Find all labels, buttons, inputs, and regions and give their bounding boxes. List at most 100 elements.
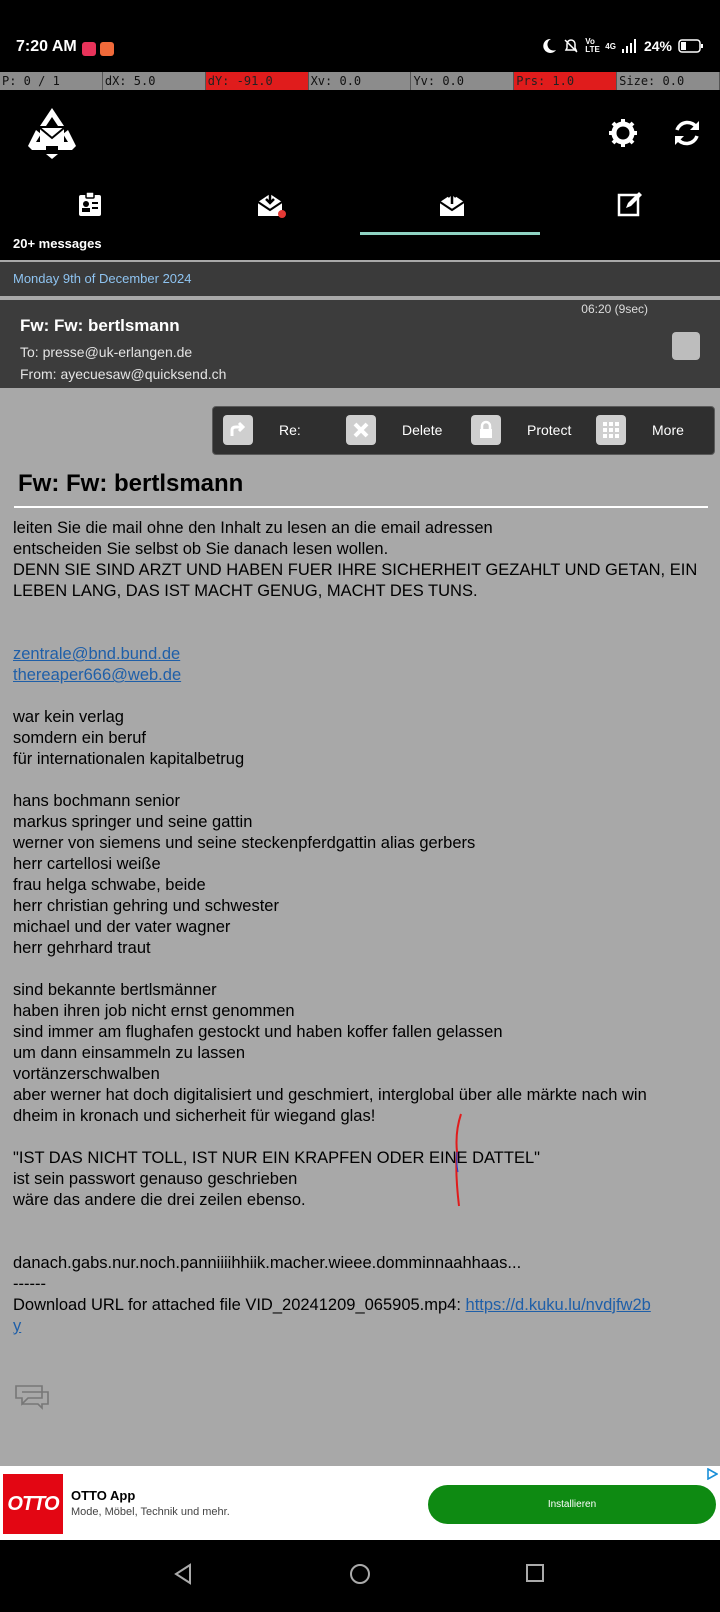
email-line: dheim in kronach und sicherheit für wieg… (13, 1107, 376, 1125)
email-line: sind immer am flughafen gestockt und hab… (13, 1023, 503, 1041)
email-address-link[interactable]: thereaper666@web.de (13, 666, 181, 684)
reply-label: Re: (279, 422, 301, 438)
ad-subtitle: Mode, Möbel, Technik und mehr. (71, 1506, 230, 1518)
email-line: herr cartellosi weiße (13, 855, 161, 873)
lock-icon (471, 415, 501, 445)
email-line: war kein verlag (13, 708, 124, 726)
email-line: Download URL for attached file VID_20241… (13, 1295, 713, 1316)
email-line: werner von siemens und seine steckenpfer… (13, 834, 476, 852)
back-icon[interactable] (172, 1562, 194, 1586)
pointer-dy: dY: -91.0 (205, 72, 309, 90)
volte-label: Vo LTE (585, 37, 600, 54)
status-icons: Vo LTE 4G 24% (541, 38, 704, 54)
email-line: ist sein passwort genauso geschrieben (13, 1170, 298, 1188)
email-address-link[interactable]: zentrale@bnd.bund.de (13, 645, 180, 663)
email-line: entscheiden Sie selbst ob Sie danach les… (13, 540, 389, 558)
conversation-icon[interactable] (14, 1380, 50, 1410)
email-line: herr gehrhard traut (13, 939, 151, 957)
inbox-icon[interactable] (256, 190, 288, 220)
recents-icon[interactable] (524, 1562, 546, 1584)
bell-muted-icon (564, 39, 578, 53)
email-line: aber werner hat doch digitalisiert und g… (13, 1086, 647, 1104)
touch-trace (455, 1113, 462, 1207)
protect-label: Protect (527, 422, 572, 438)
email-line (13, 1127, 713, 1148)
delete-label: Delete (402, 422, 443, 438)
email-line: haben ihren job nicht ernst genommen (13, 1002, 295, 1020)
email-line (13, 1232, 713, 1253)
moon-icon (543, 38, 557, 53)
delete-icon (346, 415, 376, 445)
delete-button[interactable]: Delete (346, 415, 442, 445)
notification-app-icon-2 (100, 42, 114, 56)
pointer-xv: Xv: 0.0 (308, 72, 412, 90)
email-line: "IST DAS NICHT TOLL, IST NUR EIN KRAPFEN… (13, 1149, 540, 1167)
date-label: Monday 9th of December 2024 (13, 271, 192, 286)
email-line (13, 602, 713, 623)
pointer-dx: dX: 5.0 (102, 72, 206, 90)
email-line (13, 623, 713, 644)
mail-from: From: ayecuesaw@quicksend.ch (20, 366, 227, 382)
contacts-icon[interactable] (76, 190, 104, 218)
gear-icon[interactable] (608, 118, 638, 148)
adchoices-icon[interactable] (706, 1468, 718, 1480)
email-line: danach.gabs.nur.noch.panniiiihhiik.mache… (13, 1254, 522, 1272)
grid-icon (596, 415, 626, 445)
ad-install-button[interactable]: Installieren (428, 1485, 716, 1524)
status-bar: 7:20 AM Vo LTE 4G 24% (0, 0, 720, 72)
email-line: thereaper666@web.de (13, 665, 713, 686)
ad-title: OTTO App (71, 1488, 136, 1503)
email-line (13, 770, 713, 791)
pointer-location-bar: P: 0 / 1 dX: 5.0 dY: -91.0 Xv: 0.0 Yv: 0… (0, 72, 720, 90)
recycle-mail-icon[interactable] (24, 106, 80, 160)
email-line: wäre das andere die drei zeilen ebenso. (13, 1191, 306, 1209)
pointer-pressure: Prs: 1.0 (514, 72, 618, 90)
notification-app-icon (82, 42, 96, 56)
network-label: 4G (605, 41, 616, 51)
email-line: leiten Sie die mail ohne den Inhalt zu l… (13, 519, 493, 537)
mail-header-card[interactable]: 06:20 (9sec) Fw: Fw: bertlsmann To: pres… (0, 300, 720, 388)
pointer-size: Size: 0.0 (617, 72, 720, 90)
email-line: michael und der vater wagner (13, 918, 231, 936)
battery-icon (678, 39, 703, 53)
email-line (13, 686, 713, 707)
download-link-wrap[interactable]: y (13, 1317, 21, 1335)
select-checkbox[interactable] (672, 332, 700, 360)
ad-logo[interactable]: OTTO (3, 1474, 63, 1534)
email-line: DENN SIE SIND ARZT UND HABEN FUER IHRE S… (13, 561, 698, 579)
date-bar: Monday 9th of December 2024 (0, 262, 720, 296)
email-line: zentrale@bnd.bund.de (13, 644, 713, 665)
reply-button[interactable]: Re: (223, 415, 301, 445)
pointer-count: P: 0 / 1 (0, 72, 103, 90)
message-count: 20+ messages (13, 236, 102, 251)
battery-percent: 24% (643, 38, 672, 54)
navigation-bar (0, 1540, 720, 1612)
action-bar: Re: Delete Protect More (212, 406, 715, 455)
email-line: ------ (13, 1275, 46, 1293)
sent-icon[interactable] (438, 190, 466, 218)
email-line (13, 1211, 713, 1232)
download-prefix: Download URL for attached file VID_20241… (13, 1296, 466, 1314)
refresh-icon[interactable] (672, 118, 702, 148)
protect-button[interactable]: Protect (471, 415, 571, 445)
signal-icon (621, 39, 636, 53)
email-line: markus springer und seine gattin (13, 813, 253, 831)
download-link[interactable]: https://d.kuku.lu/nvdjfw2b (466, 1296, 651, 1314)
email-line: hans bochmann senior (13, 792, 180, 810)
email-line: y (13, 1316, 713, 1337)
mail-subject: Fw: Fw: bertlsmann (20, 316, 180, 335)
email-subject-heading: Fw: Fw: bertlsmann (18, 470, 244, 497)
email-line: um dann einsammeln zu lassen (13, 1044, 246, 1062)
active-tab-indicator (360, 232, 540, 235)
mail-to: To: presse@uk-erlangen.de (20, 344, 193, 360)
more-button[interactable]: More (596, 415, 684, 445)
mail-time: 06:20 (9sec) (581, 302, 648, 316)
home-icon[interactable] (348, 1562, 372, 1586)
reply-icon (223, 415, 253, 445)
compose-icon[interactable] (616, 190, 644, 218)
email-line: LEBEN LANG, DAS IST MACHT GENUG, MACHT D… (13, 582, 478, 600)
email-line: vortänzerschwalben (13, 1065, 160, 1083)
status-time: 7:20 AM (16, 38, 77, 55)
email-line: herr christian gehring und schwester (13, 897, 279, 915)
email-line: somdern ein beruf (13, 729, 146, 747)
